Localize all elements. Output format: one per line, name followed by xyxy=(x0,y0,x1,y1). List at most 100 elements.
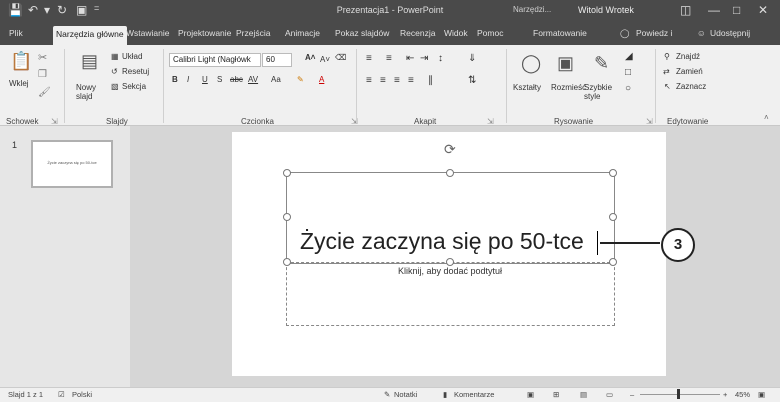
change-case-button[interactable]: Aa xyxy=(271,75,281,84)
text-direction-icon[interactable]: ⇓ xyxy=(468,53,476,64)
notes-button[interactable]: Notatki xyxy=(394,390,417,399)
replace-button[interactable]: Zamień xyxy=(676,67,703,76)
italic-button[interactable]: I xyxy=(187,75,189,84)
close-icon[interactable]: ✕ xyxy=(758,3,768,17)
slide-sorter-icon[interactable]: ⊞ xyxy=(553,390,559,399)
line-spacing-icon[interactable]: ↕ xyxy=(438,53,443,64)
resize-handle[interactable] xyxy=(283,213,291,221)
align-center-icon[interactable]: ≡ xyxy=(380,75,386,86)
decrease-indent-icon[interactable]: ⇤ xyxy=(406,53,414,64)
zoom-in-icon[interactable]: + xyxy=(723,390,727,399)
justify-icon[interactable]: ≡ xyxy=(408,75,414,86)
drawing-launcher-icon[interactable]: ⇲ xyxy=(646,117,653,126)
clear-formatting-icon[interactable]: ⌫ xyxy=(335,53,346,62)
paste-button[interactable]: Wklej xyxy=(9,79,29,88)
zoom-out-icon[interactable]: – xyxy=(630,390,634,399)
new-slide-button[interactable]: Nowy slajd xyxy=(76,83,106,101)
bold-button[interactable]: B xyxy=(172,75,178,84)
paste-icon[interactable]: 📋 xyxy=(10,51,32,72)
shape-outline-icon[interactable]: □ xyxy=(625,67,631,78)
language-indicator[interactable]: Polski xyxy=(72,390,92,399)
tab-home[interactable]: Narzędzia główne xyxy=(53,26,127,45)
character-spacing-button[interactable]: AV xyxy=(248,75,258,84)
increase-indent-icon[interactable]: ⇥ xyxy=(420,53,428,64)
tab-transitions[interactable]: Przejścia xyxy=(233,25,273,42)
layout-button[interactable]: Układ xyxy=(122,52,142,61)
increase-font-icon[interactable]: A˄ xyxy=(305,53,315,62)
resize-handle[interactable] xyxy=(609,213,617,221)
slide-thumbnail[interactable]: Życie zaczyna się po 50-tce xyxy=(31,140,113,188)
zoom-slider-thumb[interactable] xyxy=(677,389,680,399)
align-left-icon[interactable]: ≡ xyxy=(366,75,372,86)
find-icon[interactable]: ⚲ xyxy=(664,52,670,61)
new-slide-icon[interactable]: ▤ xyxy=(81,51,98,72)
replace-icon[interactable]: ⇄ xyxy=(663,67,670,76)
resize-handle[interactable] xyxy=(446,169,454,177)
tab-insert[interactable]: Wstawianie xyxy=(123,25,172,42)
arrange-button[interactable]: Rozmieść xyxy=(551,83,586,92)
ribbon-display-icon[interactable]: ◫ xyxy=(680,3,691,17)
minimize-icon[interactable]: — xyxy=(708,3,720,17)
align-text-icon[interactable]: ⇅ xyxy=(468,75,476,86)
clipboard-launcher-icon[interactable]: ⇲ xyxy=(51,117,58,126)
notes-icon[interactable]: ✎ xyxy=(384,390,390,399)
bullets-icon[interactable]: ≡ xyxy=(366,53,372,64)
tab-help[interactable]: Pomoc xyxy=(474,25,506,42)
strikethrough-button[interactable]: abc xyxy=(230,75,243,84)
shape-fill-icon[interactable]: ◢ xyxy=(625,51,633,62)
paragraph-launcher-icon[interactable]: ⇲ xyxy=(487,117,494,126)
resize-handle[interactable] xyxy=(609,258,617,266)
user-name[interactable]: Witold Wrotek xyxy=(578,5,634,15)
tab-design[interactable]: Projektowanie xyxy=(175,25,234,42)
comments-icon[interactable]: ▮ xyxy=(443,390,447,399)
tab-format[interactable]: Formatowanie xyxy=(530,25,590,42)
shape-effects-icon[interactable]: ○ xyxy=(625,83,631,94)
comments-button[interactable]: Komentarze xyxy=(454,390,494,399)
highlight-icon[interactable]: ✎ xyxy=(297,75,304,84)
tab-tell-me[interactable]: Powiedz i xyxy=(633,25,675,42)
reset-button[interactable]: Resetuj xyxy=(122,67,149,76)
subtitle-placeholder-text[interactable]: Kliknij, aby dodać podtytuł xyxy=(290,266,610,276)
resize-handle[interactable] xyxy=(609,169,617,177)
select-icon[interactable]: ↖ xyxy=(664,82,671,91)
tab-view[interactable]: Widok xyxy=(441,25,471,42)
slideshow-icon[interactable]: ▭ xyxy=(606,390,613,399)
shapes-icon[interactable]: ◯ xyxy=(521,53,541,74)
zoom-level[interactable]: 45% xyxy=(735,390,750,399)
shapes-button[interactable]: Kształty xyxy=(513,83,541,92)
section-icon[interactable]: ▧ xyxy=(111,82,119,91)
shadow-button[interactable]: S xyxy=(217,75,222,84)
font-name-select[interactable]: Calibri Light (Nagłówk xyxy=(169,53,261,67)
font-color-icon[interactable]: A xyxy=(319,75,324,84)
format-painter-icon[interactable]: 🖌 xyxy=(38,87,51,98)
tab-file[interactable]: Plik xyxy=(6,25,26,42)
section-button[interactable]: Sekcja xyxy=(122,82,146,91)
rotate-handle-icon[interactable]: ⟳ xyxy=(444,141,456,158)
normal-view-icon[interactable]: ▣ xyxy=(527,390,534,399)
numbering-icon[interactable]: ≡ xyxy=(386,53,392,64)
cut-icon[interactable]: ✂ xyxy=(38,51,47,64)
fit-slide-icon[interactable]: ▣ xyxy=(758,390,765,399)
reading-view-icon[interactable]: ▤ xyxy=(580,390,587,399)
collapse-ribbon-icon[interactable]: ˄ xyxy=(764,113,769,122)
slide-title-text[interactable]: Życie zaczyna się po 50-tce xyxy=(300,228,584,255)
arrange-icon[interactable]: ▣ xyxy=(557,53,574,74)
spellcheck-icon[interactable]: ☑ xyxy=(58,390,65,399)
copy-icon[interactable]: ❐ xyxy=(38,69,47,80)
columns-icon[interactable]: ∥ xyxy=(428,75,433,86)
tab-review[interactable]: Recenzja xyxy=(397,25,438,42)
find-button[interactable]: Znajdź xyxy=(676,52,700,61)
lightbulb-icon[interactable]: ◯ xyxy=(617,25,633,42)
tab-animations[interactable]: Animacje xyxy=(282,25,323,42)
resize-handle[interactable] xyxy=(446,258,454,266)
quick-styles-icon[interactable]: ✎ xyxy=(594,53,609,74)
resize-handle[interactable] xyxy=(283,258,291,266)
underline-button[interactable]: U xyxy=(202,75,208,84)
quick-styles-button[interactable]: Szybkie style xyxy=(584,83,620,101)
font-size-select[interactable]: 60 xyxy=(262,53,292,67)
select-button[interactable]: Zaznacz xyxy=(676,82,706,91)
zoom-slider[interactable] xyxy=(640,394,720,395)
reset-icon[interactable]: ↺ xyxy=(111,67,118,76)
tab-share[interactable]: Udostępnij xyxy=(707,25,753,42)
layout-icon[interactable]: ▦ xyxy=(111,52,119,61)
